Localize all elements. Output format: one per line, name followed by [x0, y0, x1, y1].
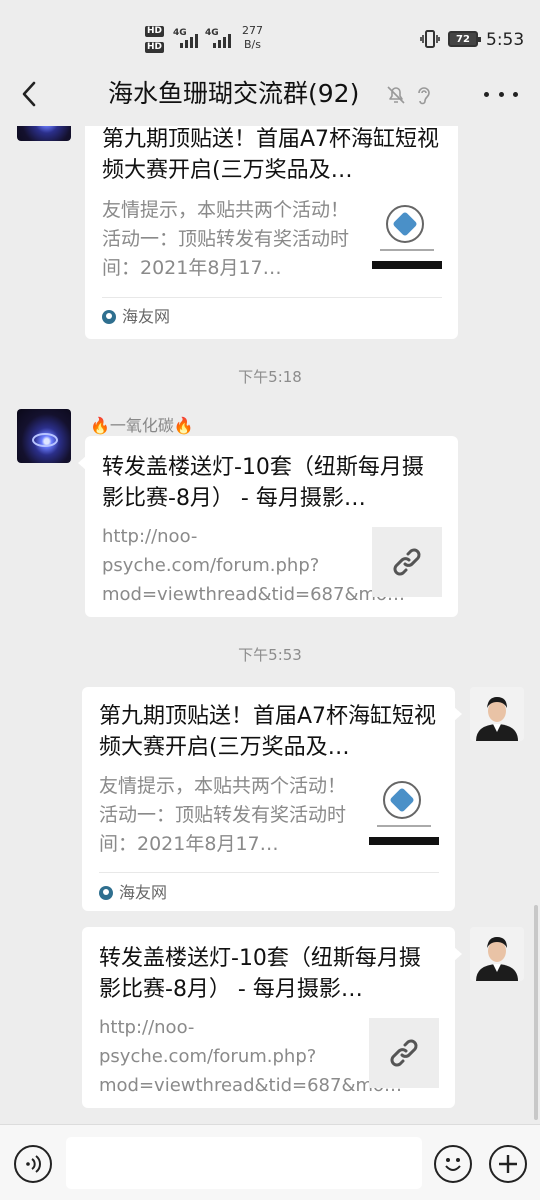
avatar[interactable]: [470, 687, 524, 741]
vibrate-icon: [420, 30, 440, 48]
chat-title: 海水鱼珊瑚交流群(92): [108, 79, 360, 108]
avatar-image: [470, 927, 524, 981]
hd-badge-2: HD: [145, 42, 165, 53]
chat-area[interactable]: 第九期顶贴送！首届A7杯海缸短视频大赛开启(三万奖品及… 友情提示，本贴共两个活…: [0, 126, 540, 1124]
more-button[interactable]: [484, 82, 518, 106]
timestamp: 下午5:18: [238, 368, 302, 386]
avatar[interactable]: [470, 927, 524, 981]
card-description: 友情提示，本贴共两个活动！活动一：顶贴转发有奖活动时间：2021年8月17…: [99, 775, 347, 855]
network-speed: 277 B/s: [242, 24, 263, 52]
timestamp: 下午5:53: [238, 646, 302, 664]
card-thumbnail: [372, 199, 442, 269]
link-url: http://noo-psyche.com/forum.php?mod=view…: [102, 526, 406, 605]
link-title: 转发盖楼送灯-10套（纽斯每月摄影比赛-8月） - 每月摄影…: [99, 946, 421, 1002]
link-thumbnail: [369, 1018, 439, 1088]
bell-off-icon: [387, 86, 405, 104]
sender-name: 🔥一氧化碳🔥: [90, 416, 194, 435]
avatar[interactable]: [17, 126, 71, 141]
divider: [99, 872, 439, 873]
clock: 5:53: [486, 30, 525, 50]
speed-unit: B/s: [244, 38, 261, 51]
signal-icon-2: [213, 32, 231, 48]
plus-button[interactable]: [489, 1145, 527, 1183]
input-bar: [0, 1124, 540, 1200]
avatar-image: [470, 687, 524, 741]
card-title: 第九期顶贴送！首届A7杯海缸短视频大赛开启(三万奖品及…: [99, 704, 437, 760]
divider: [102, 297, 442, 298]
card-description: 友情提示，本贴共两个活动！活动一：顶贴转发有奖活动时间：2021年8月17…: [102, 199, 350, 279]
card-source: 海友网: [99, 883, 167, 903]
voice-icon: [26, 1155, 41, 1173]
avatar[interactable]: [17, 409, 71, 463]
message-card[interactable]: 第九期顶贴送！首届A7杯海缸短视频大赛开启(三万奖品及… 友情提示，本贴共两个活…: [85, 126, 458, 339]
link-url: http://noo-psyche.com/forum.php?mod=view…: [99, 1017, 403, 1096]
battery-level: 72: [456, 33, 470, 45]
status-bar: HD HD 4G 4G 277 B/s 72 5:53: [0, 0, 540, 62]
chevron-left-icon: [22, 81, 36, 107]
link-icon: [393, 548, 421, 576]
message-link[interactable]: 转发盖楼送灯-10套（纽斯每月摄影比赛-8月） - 每月摄影… http://n…: [82, 927, 462, 1108]
source-icon: [99, 886, 113, 900]
plus-icon: [499, 1155, 517, 1173]
voice-button[interactable]: [14, 1145, 52, 1183]
message-card[interactable]: 第九期顶贴送！首届A7杯海缸短视频大赛开启(三万奖品及… 友情提示，本贴共两个活…: [82, 687, 462, 911]
title-bar: 海水鱼珊瑚交流群(92): [0, 62, 540, 126]
link-title: 转发盖楼送灯-10套（纽斯每月摄影比赛-8月） - 每月摄影…: [102, 455, 424, 511]
speed-value: 277: [242, 24, 263, 37]
source-name: 海友网: [122, 307, 171, 326]
link-thumbnail: [372, 527, 442, 597]
emoji-button[interactable]: [434, 1145, 472, 1183]
card-source: 海友网: [102, 307, 170, 327]
emoji-icon: [445, 1158, 461, 1171]
link-icon: [390, 1039, 418, 1067]
card-title: 第九期顶贴送！首届A7杯海缸短视频大赛开启(三万奖品及…: [102, 127, 440, 183]
message-link[interactable]: 转发盖楼送灯-10套（纽斯每月摄影比赛-8月） - 每月摄影… http://n…: [78, 436, 458, 617]
ear-icon: [418, 87, 430, 105]
message-input[interactable]: [66, 1137, 422, 1189]
signal-icon: [180, 32, 198, 48]
battery-icon: 72: [448, 31, 481, 47]
card-thumbnail: [369, 775, 439, 845]
hd-badge: HD: [145, 26, 165, 37]
source-name: 海友网: [119, 883, 168, 902]
source-icon: [102, 310, 116, 324]
scrollbar[interactable]: [534, 905, 538, 1120]
back-button[interactable]: [14, 76, 44, 112]
more-icon: [484, 91, 489, 97]
